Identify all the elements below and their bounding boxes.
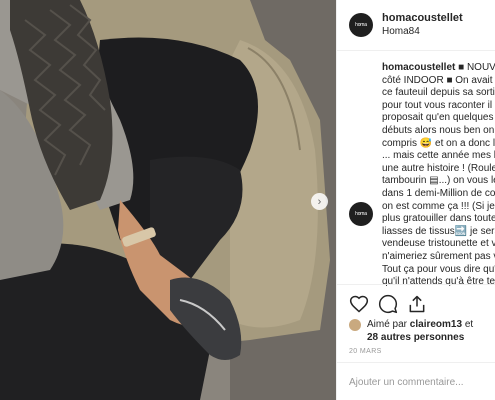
comment-icon[interactable] bbox=[378, 294, 398, 314]
caption-line: une autre histoire ! (Rouler bbox=[382, 162, 495, 174]
caption-line: tambourin ▤...) on vous le bbox=[382, 175, 495, 187]
likes-prefix: Aimé par bbox=[367, 319, 410, 330]
caption-line: ... mais cette année mes lo bbox=[382, 150, 495, 162]
caption-username[interactable]: homacoustellet bbox=[382, 62, 455, 73]
likes-others-link[interactable]: 28 autres personnes bbox=[367, 332, 464, 343]
caption-line: Tout ça pour vous dire qu' bbox=[382, 263, 495, 275]
caption-line: débuts alors nous ben on a bbox=[382, 124, 495, 136]
avatar-text: homa bbox=[355, 211, 367, 217]
liker-username[interactable]: claireom13 bbox=[410, 319, 462, 330]
next-photo-button[interactable]: › bbox=[311, 193, 328, 210]
caption-line: pour tout vous raconter il n bbox=[382, 99, 495, 111]
likes-conjunction: et bbox=[462, 319, 474, 330]
likes-text: Aimé par claireom13 et 28 autres personne… bbox=[367, 318, 495, 344]
avatar[interactable]: homa bbox=[349, 13, 373, 37]
caption-first-text: ■ NOUVE bbox=[458, 62, 495, 73]
caption-line: plus gratouiller dans toute bbox=[382, 213, 495, 225]
add-comment-bar: Ajouter un commentaire... bbox=[337, 362, 495, 400]
caption-line: dans 1 demi-Million de col bbox=[382, 187, 495, 199]
caption-line: côté INDOOR ■ On avait c bbox=[382, 74, 495, 86]
avatar-text: homa bbox=[355, 22, 367, 28]
post-photo[interactable]: › bbox=[0, 0, 336, 400]
photo-image bbox=[0, 0, 336, 400]
comment-input[interactable]: Ajouter un commentaire... bbox=[349, 377, 464, 388]
post-header: homa homacoustellet Homa84 bbox=[337, 0, 495, 51]
caption-line: vendeuse tristounette et v bbox=[382, 238, 495, 250]
header-location[interactable]: Homa84 bbox=[382, 26, 420, 37]
caption-line: ce fauteuil depuis sa sortie bbox=[382, 87, 495, 99]
caption-line: liasses de tissus🔜 je sera bbox=[382, 225, 495, 237]
share-icon[interactable] bbox=[407, 294, 427, 314]
post-sidebar: homa homacoustellet Homa84 homa homacous… bbox=[336, 0, 495, 400]
caption-avatar[interactable]: homa bbox=[349, 202, 373, 226]
caption-line: proposait qu'en quelques c bbox=[382, 112, 495, 124]
caption-line: n'aimeriez sûrement pas v bbox=[382, 250, 495, 262]
caption: homacoustellet ■ NOUVE côté INDOOR ■ On … bbox=[382, 62, 495, 289]
heart-icon[interactable] bbox=[349, 294, 369, 314]
caption-line: compris 😅 et on a donc la bbox=[382, 137, 495, 149]
caption-line: homacoustellet ■ NOUVE bbox=[382, 62, 495, 75]
chevron-right-icon: › bbox=[317, 195, 322, 208]
header-username[interactable]: homacoustellet bbox=[382, 12, 463, 24]
caption-line: on est comme ça !!! (Si je n bbox=[382, 200, 495, 212]
post-date[interactable]: 20 MARS bbox=[349, 348, 382, 355]
liker-avatar[interactable] bbox=[349, 319, 361, 331]
